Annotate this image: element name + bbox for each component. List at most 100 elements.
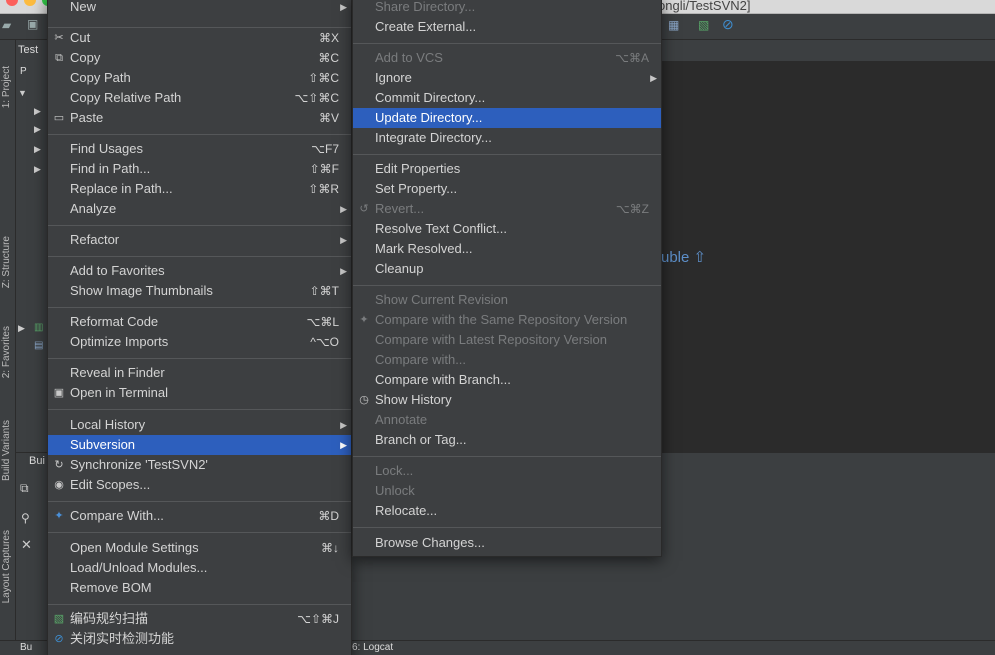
menu-item-create-external[interactable]: Create External... xyxy=(353,17,661,37)
project-label: Test xyxy=(18,44,39,56)
tab-project[interactable]: 1: Project xyxy=(1,66,12,108)
editor-area[interactable] xyxy=(661,62,995,452)
collapse-arrow-icon[interactable]: ▶ xyxy=(18,323,25,334)
menu-item-add-to-vcs[interactable]: Add to VCS ⌥⌘A xyxy=(353,48,661,68)
menu-item-ignore[interactable]: Ignore ▶ xyxy=(353,68,661,88)
menu-item-label: Show Image Thumbnails xyxy=(70,283,213,298)
menu-item-compare-latest-repo-version[interactable]: Compare with Latest Repository Version xyxy=(353,330,661,350)
tab-build-variants[interactable]: Build Variants xyxy=(1,420,12,481)
menu-item-browse-changes[interactable]: Browse Changes... xyxy=(353,533,661,553)
logcat-tab[interactable]: 6: Logcat xyxy=(352,642,393,653)
menu-item-label: Browse Changes... xyxy=(375,535,485,550)
menu-item-cleanup[interactable]: Cleanup xyxy=(353,259,661,279)
menu-item-load-unload-modules[interactable]: Load/Unload Modules... xyxy=(48,558,351,578)
menu-item-reveal-in-finder[interactable]: Reveal in Finder xyxy=(48,363,351,383)
menu-shortcut: ⌥⌘Z xyxy=(615,202,649,216)
submenu-arrow-icon: ▶ xyxy=(650,73,657,83)
close-window-button[interactable] xyxy=(6,0,18,6)
menu-item-lock[interactable]: Lock... xyxy=(353,461,661,481)
menu-item-edit-properties[interactable]: Edit Properties xyxy=(353,159,661,179)
menu-item-copy[interactable]: ⧉ Copy ⌘C xyxy=(48,48,351,68)
menu-separator xyxy=(48,501,351,502)
menu-item-edit-scopes[interactable]: ◉ Edit Scopes... xyxy=(48,475,351,495)
menu-item-resolve-text-conflict[interactable]: Resolve Text Conflict... xyxy=(353,219,661,239)
menu-item-local-history[interactable]: Local History ▶ xyxy=(48,415,351,435)
menu-item-copy-relative-path[interactable]: Copy Relative Path ⌥⇧⌘C xyxy=(48,88,351,108)
menu-item-disable-realtime-check[interactable]: ⊘ 关闭实时检测功能 xyxy=(48,629,351,649)
tab-layout-captures[interactable]: Layout Captures xyxy=(1,530,12,603)
tab-structure[interactable]: Z: Structure xyxy=(1,236,12,288)
menu-item-revert[interactable]: ↺ Revert... ⌥⌘Z xyxy=(353,199,661,219)
menu-item-label: Integrate Directory... xyxy=(375,130,492,145)
open-folder-icon[interactable]: ▰ xyxy=(2,18,11,32)
scope-icon: ◉ xyxy=(54,479,64,491)
menu-item-label: Copy Path xyxy=(70,70,131,85)
menu-item-integrate-directory[interactable]: Integrate Directory... xyxy=(353,128,661,148)
build-status-tab[interactable]: Bu xyxy=(20,642,32,653)
collapse-arrow-icon[interactable]: ▶ xyxy=(34,144,41,155)
menu-item-label: Remove BOM xyxy=(70,580,152,595)
menu-item-compare-with-branch[interactable]: Compare with Branch... xyxy=(353,370,661,390)
menu-item-label: Refactor xyxy=(70,232,120,247)
menu-item-unlock[interactable]: Unlock xyxy=(353,481,661,501)
menu-item-label: 关闭实时检测功能 xyxy=(70,631,175,646)
menu-item-subversion[interactable]: Subversion ▶ xyxy=(48,435,351,455)
menu-item-copy-path[interactable]: Copy Path ⇧⌘C xyxy=(48,68,351,88)
menu-item-branch-or-tag[interactable]: Branch or Tag... xyxy=(353,430,661,450)
collapse-arrow-icon[interactable]: ▶ xyxy=(34,164,41,175)
menu-item-find-usages[interactable]: Find Usages ⌥F7 xyxy=(48,139,351,159)
close-icon[interactable]: ✕ xyxy=(21,537,32,553)
menu-item-refactor[interactable]: Refactor ▶ xyxy=(48,230,351,250)
project-structure-icon[interactable]: ▦ xyxy=(668,18,679,32)
cut-icon: ✂ xyxy=(54,32,64,44)
menu-item-relocate[interactable]: Relocate... xyxy=(353,501,661,521)
menu-item-paste[interactable]: ▭ Paste ⌘V xyxy=(48,108,351,128)
menu-item-update-directory[interactable]: Update Directory... xyxy=(353,108,661,128)
collapse-arrow-icon[interactable]: ▶ xyxy=(34,124,41,135)
menu-item-cut[interactable]: ✂ Cut ⌘X xyxy=(48,28,351,48)
menu-item-find-in-path[interactable]: Find in Path... ⇧⌘F xyxy=(48,159,351,179)
menu-item-show-image-thumbnails[interactable]: Show Image Thumbnails ⇧⌘T xyxy=(48,281,351,301)
menu-item-compare-same-repo-version[interactable]: ✦ Compare with the Same Repository Versio… xyxy=(353,310,661,330)
menu-item-replace-in-path[interactable]: Replace in Path... ⇧⌘R xyxy=(48,179,351,199)
menu-item-analyze[interactable]: Analyze ▶ xyxy=(48,199,351,219)
monitor-icon[interactable]: ▧ xyxy=(698,18,709,32)
menu-item-label: Compare with the Same Repository Version xyxy=(375,312,628,327)
menu-item-label: Add to VCS xyxy=(375,50,443,65)
project-tree-row[interactable]: P xyxy=(20,66,27,77)
pin-icon[interactable]: ⚲ xyxy=(21,511,30,525)
menu-item-share-directory[interactable]: Share Directory... xyxy=(353,0,661,17)
save-icon[interactable]: ▣ xyxy=(27,17,38,31)
disable-inspection-icon[interactable]: ⊘ xyxy=(722,16,734,33)
menu-item-compare-with[interactable]: ✦ Compare With... ⌘D xyxy=(48,506,351,526)
menu-item-show-history[interactable]: ◷ Show History xyxy=(353,390,661,410)
menu-item-open-in-terminal[interactable]: ▣ Open in Terminal xyxy=(48,383,351,403)
menu-item-optimize-imports[interactable]: Optimize Imports ^⌥O xyxy=(48,332,351,352)
menu-item-new[interactable]: New ▶ xyxy=(48,0,351,17)
menu-item-code-scan[interactable]: ▧ 编码规约扫描 ⌥⇧⌘J xyxy=(48,609,351,629)
menu-item-mark-resolved[interactable]: Mark Resolved... xyxy=(353,239,661,259)
menu-item-label: Edit Scopes... xyxy=(70,477,151,492)
menu-separator xyxy=(48,532,351,533)
expand-arrow-icon[interactable]: ▼ xyxy=(18,88,27,98)
menu-item-reformat-code[interactable]: Reformat Code ⌥⌘L xyxy=(48,312,351,332)
menu-item-open-module-settings[interactable]: Open Module Settings ⌘↓ xyxy=(48,538,351,558)
menu-item-label: Copy Relative Path xyxy=(70,90,182,105)
menu-item-remove-bom[interactable]: Remove BOM xyxy=(48,578,351,598)
menu-item-label: Open Module Settings xyxy=(70,540,199,555)
minimize-window-button[interactable] xyxy=(24,0,36,6)
menu-item-label: Analyze xyxy=(70,201,117,216)
menu-separator xyxy=(48,134,351,135)
restore-layout-icon[interactable]: ⧉ xyxy=(20,481,29,496)
build-tab-label[interactable]: Bui xyxy=(29,455,45,467)
menu-item-commit-directory[interactable]: Commit Directory... xyxy=(353,88,661,108)
menu-item-show-current-revision[interactable]: Show Current Revision xyxy=(353,290,661,310)
menu-item-add-to-favorites[interactable]: Add to Favorites ▶ xyxy=(48,261,351,281)
menu-item-compare-with[interactable]: Compare with... xyxy=(353,350,661,370)
menu-item-synchronize[interactable]: ↻ Synchronize 'TestSVN2' xyxy=(48,455,351,475)
tab-favorites[interactable]: 2: Favorites xyxy=(1,326,12,378)
menu-item-set-property[interactable]: Set Property... xyxy=(353,179,661,199)
menu-item-label: Compare with Latest Repository Version xyxy=(375,332,607,347)
menu-item-annotate[interactable]: Annotate xyxy=(353,410,661,430)
collapse-arrow-icon[interactable]: ▶ xyxy=(34,106,41,117)
